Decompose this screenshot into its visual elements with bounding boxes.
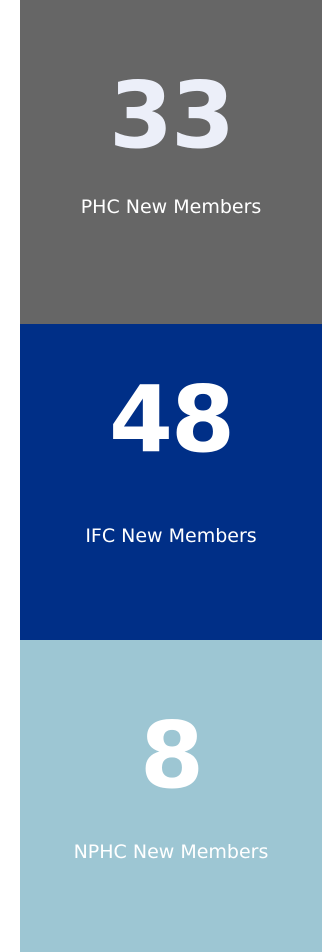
phc-stat-card: 33 PHC New Members [20, 0, 322, 324]
membership-stats: 33 PHC New Members 48 IFC New Members 8 … [20, 0, 322, 952]
ifc-label: IFC New Members [85, 525, 257, 547]
nphc-label: NPHC New Members [73, 841, 269, 863]
nphc-stat-card: 8 NPHC New Members [20, 640, 322, 952]
phc-count: 33 [108, 62, 235, 169]
ifc-count: 48 [108, 366, 235, 473]
ifc-stat-card: 48 IFC New Members [20, 324, 322, 640]
nphc-count: 8 [139, 702, 204, 809]
phc-label: PHC New Members [80, 196, 262, 218]
